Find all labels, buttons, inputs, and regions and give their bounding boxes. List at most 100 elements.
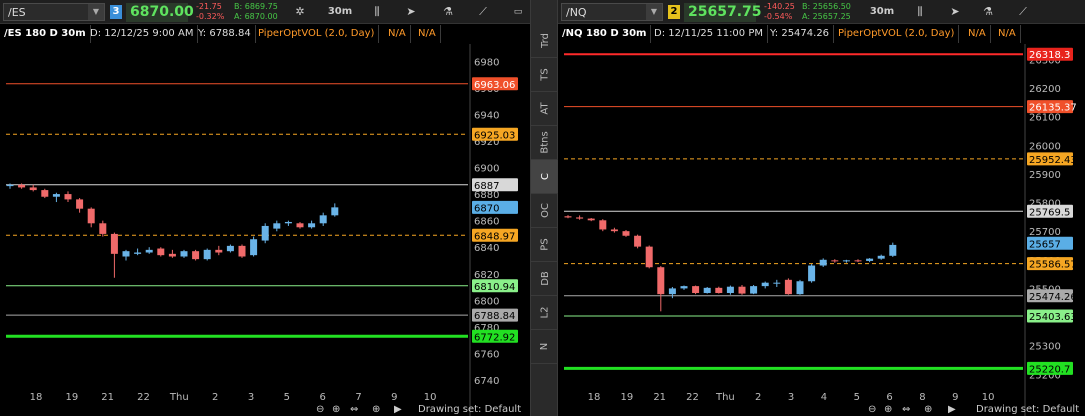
chart-title: /NQ 180 D 30m	[558, 25, 652, 43]
chart-toolbar: /NQ ▼ 2 25657.75 -140.25 -0.54% B: 25656…	[558, 0, 1085, 24]
candle-body	[761, 282, 769, 287]
candle-body	[842, 260, 850, 262]
reset-zoom-icon[interactable]: ⇔	[902, 404, 910, 415]
zoom-out-icon[interactable]: ⊖	[316, 404, 324, 415]
candle-body	[203, 249, 211, 260]
side-tab-trd[interactable]: Trd	[531, 24, 559, 58]
side-tab-label: C	[539, 173, 551, 180]
window-menu-icon[interactable]: ▭	[510, 2, 526, 22]
side-tab-db[interactable]: DB	[531, 262, 559, 296]
x-tick-label: 19	[620, 392, 633, 403]
drawing-tools-icon[interactable]: ⟋	[1010, 2, 1036, 22]
zoom-out-icon[interactable]: ⊖	[868, 404, 876, 415]
y-tick-label: 25300	[1029, 342, 1061, 353]
link-group-badge[interactable]: 3	[110, 5, 122, 19]
symbol-selector[interactable]: /ES ▼	[3, 3, 105, 21]
candle-body	[819, 259, 827, 266]
zoom-in-icon[interactable]: ⊕	[332, 404, 340, 415]
candlestick-icon[interactable]: ⫼	[364, 2, 390, 22]
pct-change: -0.54%	[764, 12, 793, 21]
price-label: 6810.94	[474, 282, 515, 293]
chevron-down-icon[interactable]: ▼	[88, 4, 104, 20]
candle-body	[726, 286, 734, 293]
price-label: 6870	[474, 203, 499, 214]
pointer-icon[interactable]: ▶	[394, 404, 402, 415]
side-tab-label: TS	[539, 68, 551, 81]
chart-panel-es[interactable]: /ES ▼ 3 6870.00 -21.75 -0.32% B: 6869.75…	[0, 0, 530, 416]
x-tick-label: 8	[919, 392, 925, 403]
x-tick-label: 18	[588, 392, 601, 403]
candle-body	[796, 281, 804, 295]
y-tick-label: 6740	[474, 376, 499, 387]
side-tab-c[interactable]: C	[531, 160, 559, 194]
side-tab-oc[interactable]: OC	[531, 194, 559, 228]
candle-body	[831, 260, 839, 262]
flask-icon[interactable]: ⚗	[436, 2, 460, 22]
drawing-set-label[interactable]: Drawing set: Default	[976, 404, 1079, 415]
study-name[interactable]: PiperOptVOL (2.0, Day)	[834, 25, 960, 43]
x-tick-label: 10	[424, 392, 437, 403]
side-tab-ps[interactable]: PS	[531, 228, 559, 262]
pointer-icon[interactable]: ▶	[948, 404, 956, 415]
symbol-selector[interactable]: /NQ ▼	[561, 3, 663, 21]
timeframe-button[interactable]: 30m	[322, 2, 358, 22]
side-tab-l2[interactable]: L2	[531, 296, 559, 330]
cursor-icon[interactable]: ➤	[398, 2, 424, 22]
side-tab-label: DB	[539, 271, 551, 286]
candle-body	[622, 231, 630, 236]
side-tab-ts[interactable]: TS	[531, 58, 559, 92]
y-field: Y: 25474.26	[766, 25, 835, 43]
zoom-in-icon[interactable]: ⊕	[884, 404, 892, 415]
ask: A: 25657.25	[802, 12, 851, 21]
gear-icon[interactable]: ✲	[288, 2, 312, 22]
study-value-2: N/A	[994, 25, 1021, 43]
candle-body	[866, 258, 874, 261]
symbol-text: /NQ	[566, 6, 587, 19]
y-tick-label: 26200	[1029, 84, 1061, 95]
side-tab-at[interactable]: AT	[531, 92, 559, 126]
study-name[interactable]: PiperOptVOL (2.0, Day)	[254, 25, 380, 43]
price-chart[interactable]: 6980696069406920690068806860684068206800…	[0, 44, 530, 416]
change-block: -140.25 -0.54%	[764, 2, 795, 22]
drawing-tools-icon[interactable]: ⟋	[470, 2, 496, 22]
side-tab-btns[interactable]: Btns	[531, 126, 559, 160]
y-tick-label: 6840	[474, 243, 499, 254]
price-label: 25586.57	[1029, 260, 1077, 271]
chart-panel-nq[interactable]: /NQ ▼ 2 25657.75 -140.25 -0.54% B: 25656…	[558, 0, 1085, 416]
candle-body	[64, 194, 72, 200]
candle-body	[668, 288, 676, 295]
price-chart[interactable]: 2630026200261002600025900258002570025600…	[558, 44, 1085, 416]
x-tick-label: 3	[248, 392, 254, 403]
y-field: Y: 6788.84	[194, 25, 256, 43]
candlestick-icon[interactable]: ⫼	[908, 2, 932, 22]
y-tick-label: 6980	[474, 57, 499, 68]
pan-icon[interactable]: ⊕	[924, 404, 932, 415]
side-tab-n[interactable]: N	[531, 330, 559, 364]
side-tab-strip: Trd TS AT Btns C OC PS DB L2 N	[530, 0, 559, 416]
ask: A: 6870.00	[234, 12, 278, 21]
candle-body	[610, 229, 618, 232]
timeframe-button[interactable]: 30m	[864, 2, 900, 22]
candle-body	[587, 218, 595, 221]
candle-body	[308, 223, 316, 228]
price-label: 25952.43	[1029, 155, 1077, 166]
chevron-down-icon[interactable]: ▼	[646, 4, 662, 20]
cursor-icon[interactable]: ➤	[942, 2, 968, 22]
link-group-badge[interactable]: 2	[668, 5, 680, 19]
candle-body	[715, 287, 723, 293]
candle-body	[657, 267, 665, 295]
candle-body	[157, 248, 165, 256]
price-label: 25403.63	[1029, 312, 1077, 323]
side-tab-label: PS	[539, 238, 551, 251]
pan-icon[interactable]: ⊕	[372, 404, 380, 415]
flask-icon[interactable]: ⚗	[976, 2, 1000, 22]
candle-body	[226, 245, 234, 252]
candle-body	[319, 215, 327, 224]
y-tick-label: 26000	[1029, 141, 1061, 152]
pct-change: -0.32%	[196, 12, 225, 21]
drawing-set-label[interactable]: Drawing set: Default	[418, 404, 521, 415]
workspace: /ES ▼ 3 6870.00 -21.75 -0.32% B: 6869.75…	[0, 0, 1085, 416]
reset-zoom-icon[interactable]: ⇔	[350, 404, 358, 415]
candle-body	[6, 184, 14, 187]
x-tick-label: 21	[653, 392, 666, 403]
